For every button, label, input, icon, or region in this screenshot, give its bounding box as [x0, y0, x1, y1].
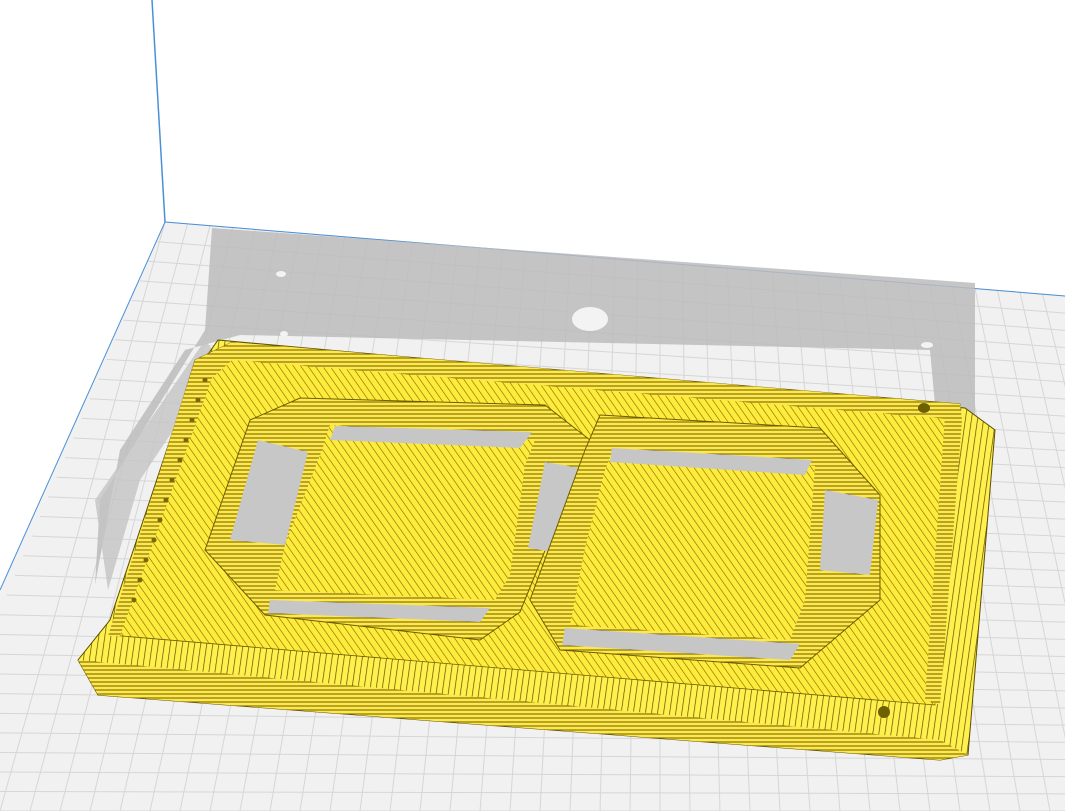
shadow-hole-small: [921, 342, 933, 348]
viewport-canvas[interactable]: [0, 0, 1065, 811]
shadow-hole-small: [280, 331, 288, 337]
window-inner-surface: [570, 452, 815, 640]
window-side-hole: [820, 490, 878, 575]
printed-model[interactable]: [77, 339, 996, 761]
model-notch: [878, 706, 890, 718]
shadow-hole-large: [572, 307, 608, 331]
shadow-hole-small: [276, 271, 286, 277]
model-notch: [918, 403, 930, 413]
3d-viewport[interactable]: [0, 0, 1065, 811]
